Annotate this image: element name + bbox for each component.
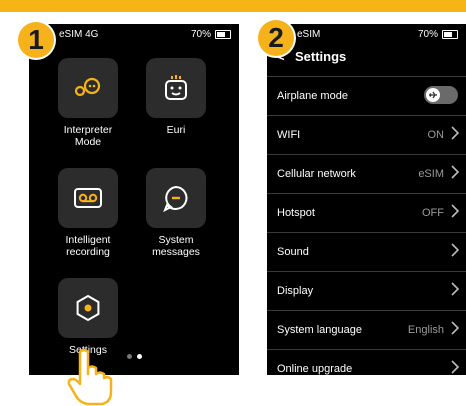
- settings-screen: eSIM 70% < Settings Airplane mode WIFI O…: [267, 24, 466, 375]
- euri-icon: [165, 75, 187, 100]
- row-label: System language: [277, 324, 362, 336]
- page-indicator: [127, 354, 142, 359]
- battery-icon: [442, 30, 458, 39]
- settings-row-hotspot[interactable]: Hotspot OFF: [267, 193, 466, 232]
- chevron-right-icon: [451, 204, 460, 218]
- page-dot-active: [137, 354, 142, 359]
- top-banner-strip: [0, 0, 466, 12]
- row-label: Sound: [277, 246, 309, 258]
- app-label: System messages: [152, 234, 200, 258]
- app-label: Euri: [166, 124, 186, 136]
- settings-icon: [76, 294, 100, 322]
- settings-row-sound[interactable]: Sound: [267, 232, 466, 271]
- settings-row-display[interactable]: Display: [267, 271, 466, 310]
- chevron-right-icon: [451, 165, 460, 179]
- messages-icon: [163, 185, 188, 213]
- settings-row-online-upgrade[interactable]: Online upgrade: [267, 349, 466, 375]
- row-value: English: [407, 324, 444, 336]
- carrier-label: eSIM: [297, 29, 321, 40]
- battery-percent: 70%: [190, 29, 211, 40]
- airplane-mode-toggle[interactable]: [424, 86, 458, 104]
- row-label: Cellular network: [277, 168, 356, 180]
- page-dot: [127, 354, 132, 359]
- status-bar: eSIM 70%: [267, 24, 466, 46]
- step-1-badge: 1: [18, 22, 54, 58]
- settings-header: < Settings: [267, 46, 466, 72]
- app-system-messages[interactable]: System messages: [121, 168, 231, 258]
- row-label: Display: [277, 285, 314, 297]
- interpreter-icon: [74, 77, 101, 97]
- recording-icon: [74, 188, 102, 208]
- row-label: Hotspot: [277, 207, 315, 219]
- row-label: WIFI: [277, 129, 301, 141]
- row-label: Online upgrade: [277, 363, 353, 375]
- chevron-right-icon: [451, 321, 460, 335]
- status-bar: eSIM 4G 70%: [29, 24, 239, 46]
- settings-row-cellular-network[interactable]: Cellular network eSIM: [267, 154, 466, 193]
- chevron-right-icon: [451, 126, 460, 140]
- row-value: OFF: [422, 207, 444, 219]
- row-label: Airplane mode: [277, 90, 348, 102]
- app-settings[interactable]: Settings: [33, 278, 143, 356]
- carrier-label: eSIM 4G: [59, 29, 99, 40]
- page-title: Settings: [295, 49, 347, 64]
- chevron-right-icon: [451, 243, 460, 257]
- battery-percent: 70%: [417, 29, 438, 40]
- row-value: eSIM: [418, 168, 444, 180]
- battery-icon: [215, 30, 231, 39]
- airplane-icon: [429, 91, 437, 99]
- settings-row-system-language[interactable]: System language English: [267, 310, 466, 349]
- row-value: ON: [427, 129, 445, 141]
- step-2-badge: 2: [258, 20, 294, 56]
- settings-row-wifi[interactable]: WIFI ON: [267, 115, 466, 154]
- chevron-right-icon: [451, 282, 460, 296]
- home-screen: eSIM 4G 70% Interpreter Mode Euri Intell…: [29, 24, 239, 375]
- hand-pointer-icon: [67, 348, 113, 406]
- app-euri[interactable]: Euri: [121, 58, 231, 136]
- settings-row-airplane-mode[interactable]: Airplane mode: [267, 76, 466, 115]
- chevron-right-icon: [451, 360, 460, 374]
